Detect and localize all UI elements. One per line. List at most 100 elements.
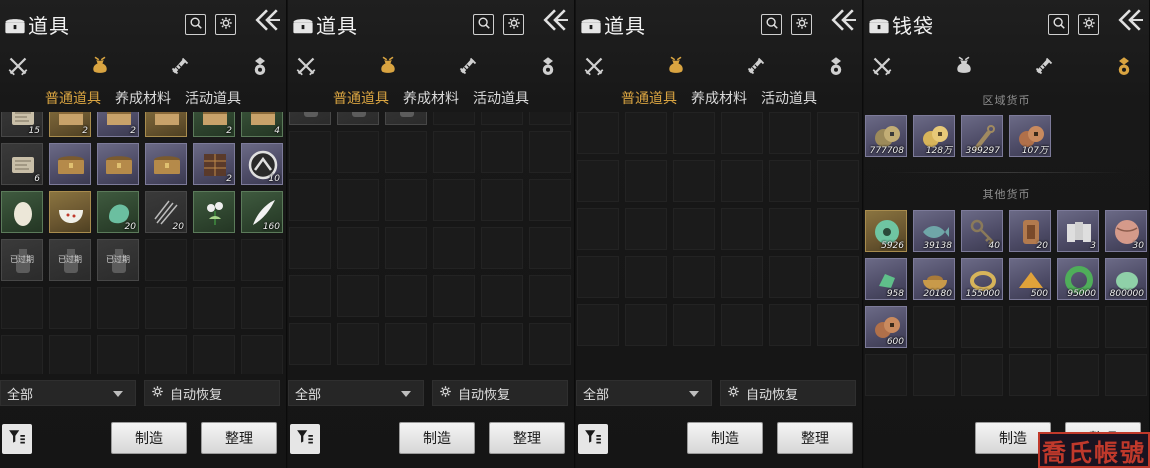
- tidy-button[interactable]: 整理: [489, 422, 565, 454]
- item-slot[interactable]: 800000: [1105, 258, 1147, 300]
- item-slot[interactable]: 128万: [913, 115, 955, 157]
- subtab-0[interactable]: 普通道具: [333, 88, 389, 115]
- tidy-button[interactable]: 整理: [201, 422, 277, 454]
- item-slot[interactable]: 6: [1, 143, 43, 186]
- item-slot[interactable]: 4: [241, 112, 283, 138]
- tab-scrolls[interactable]: [1030, 54, 1058, 82]
- item-slot[interactable]: 155000: [961, 258, 1003, 300]
- tab-wallet[interactable]: [246, 54, 274, 82]
- item-slot[interactable]: [145, 143, 187, 186]
- back-button[interactable]: [250, 8, 284, 36]
- back-button[interactable]: [826, 8, 860, 36]
- subtab-2[interactable]: 活动道具: [473, 88, 529, 110]
- item-slot[interactable]: 已过期: [49, 239, 91, 282]
- item-slot[interactable]: 已过期: [289, 112, 331, 126]
- make-button[interactable]: 制造: [687, 422, 763, 454]
- category-dropdown[interactable]: 全部: [0, 380, 136, 406]
- item-slot[interactable]: 10: [241, 143, 283, 186]
- tidy-button[interactable]: 整理: [777, 422, 853, 454]
- tab-equipment[interactable]: [580, 54, 608, 82]
- tab-equipment[interactable]: [292, 54, 320, 82]
- item-slot[interactable]: 95000: [1057, 258, 1099, 300]
- item-slot[interactable]: 2: [193, 143, 235, 186]
- sort-filter-button[interactable]: [578, 424, 608, 454]
- item-slot[interactable]: [145, 112, 187, 138]
- item-slot[interactable]: 2: [193, 112, 235, 138]
- item-slot[interactable]: 2: [49, 112, 91, 138]
- item-slot[interactable]: 160: [241, 191, 283, 234]
- subtab-1[interactable]: 养成材料: [691, 88, 747, 110]
- tab-equipment[interactable]: [868, 54, 896, 82]
- crossed-swords-icon: [8, 56, 28, 80]
- item-slot[interactable]: 39138: [913, 210, 955, 252]
- search-button[interactable]: [473, 14, 494, 35]
- tab-items[interactable]: [374, 54, 402, 82]
- item-slot[interactable]: 已过期: [1, 239, 43, 282]
- item-slot[interactable]: 399297: [961, 115, 1003, 157]
- chest-icon: [292, 14, 314, 36]
- auto-restore-button[interactable]: 自动恢复: [432, 380, 568, 406]
- search-button[interactable]: [1048, 14, 1069, 35]
- item-slot[interactable]: 20: [145, 191, 187, 234]
- item-slot[interactable]: 777708: [865, 115, 907, 157]
- tab-wallet[interactable]: [534, 54, 562, 82]
- tab-items[interactable]: [662, 54, 690, 82]
- search-button[interactable]: [761, 14, 782, 35]
- empty-slot: [241, 287, 283, 330]
- empty-slot: [481, 179, 523, 222]
- item-slot[interactable]: 30: [1105, 210, 1147, 252]
- tab-scrolls[interactable]: [166, 54, 194, 82]
- sort-filter-button[interactable]: [290, 424, 320, 454]
- item-slot[interactable]: 600: [865, 306, 907, 348]
- item-slot[interactable]: 15: [1, 112, 43, 138]
- tab-wallet[interactable]: [1110, 54, 1138, 82]
- make-button[interactable]: 制造: [111, 422, 187, 454]
- item-slot[interactable]: [193, 191, 235, 234]
- auto-restore-button[interactable]: 自动恢复: [720, 380, 856, 406]
- settings-button[interactable]: [503, 14, 524, 35]
- tab-scrolls[interactable]: [454, 54, 482, 82]
- item-slot[interactable]: 500: [1009, 258, 1051, 300]
- subtab-0[interactable]: 普通道具: [45, 88, 101, 115]
- subtab-0[interactable]: 普通道具: [621, 88, 677, 115]
- expired-label: 已过期: [58, 255, 82, 265]
- item-slot[interactable]: [97, 143, 139, 186]
- item-slot[interactable]: 107万: [1009, 115, 1051, 157]
- scroll-icon: [458, 56, 478, 80]
- subtab-1[interactable]: 养成材料: [115, 88, 171, 110]
- tab-scrolls[interactable]: [742, 54, 770, 82]
- subtab-2[interactable]: 活动道具: [761, 88, 817, 110]
- item-slot[interactable]: 20: [1009, 210, 1051, 252]
- item-slot[interactable]: 已过期: [337, 112, 379, 126]
- category-dropdown[interactable]: 全部: [288, 380, 424, 406]
- tab-equipment[interactable]: [4, 54, 32, 82]
- item-slot[interactable]: 已过期: [385, 112, 427, 126]
- item-slot[interactable]: 已过期: [97, 239, 139, 282]
- sort-filter-button[interactable]: [2, 424, 32, 454]
- item-slot[interactable]: 20180: [913, 258, 955, 300]
- tab-wallet[interactable]: [822, 54, 850, 82]
- make-button[interactable]: 制造: [399, 422, 475, 454]
- settings-button[interactable]: [791, 14, 812, 35]
- tab-items[interactable]: [86, 54, 114, 82]
- item-slot[interactable]: [1, 191, 43, 234]
- item-slot[interactable]: [49, 143, 91, 186]
- back-button[interactable]: [538, 8, 572, 36]
- item-slot[interactable]: 958: [865, 258, 907, 300]
- category-dropdown[interactable]: 全部: [576, 380, 712, 406]
- search-button[interactable]: [185, 14, 206, 35]
- item-slot[interactable]: 3: [1057, 210, 1099, 252]
- subtab-2[interactable]: 活动道具: [185, 88, 241, 110]
- subtab-1[interactable]: 养成材料: [403, 88, 459, 110]
- settings-button[interactable]: [1078, 14, 1099, 35]
- item-slot[interactable]: 20: [97, 191, 139, 234]
- item-slot[interactable]: [49, 191, 91, 234]
- item-count: 800000: [1109, 289, 1144, 299]
- item-slot[interactable]: 40: [961, 210, 1003, 252]
- item-slot[interactable]: 2: [97, 112, 139, 138]
- auto-restore-button[interactable]: 自动恢复: [144, 380, 280, 406]
- item-slot[interactable]: 5926: [865, 210, 907, 252]
- tab-items[interactable]: [950, 54, 978, 82]
- back-button[interactable]: [1113, 8, 1147, 36]
- settings-button[interactable]: [215, 14, 236, 35]
